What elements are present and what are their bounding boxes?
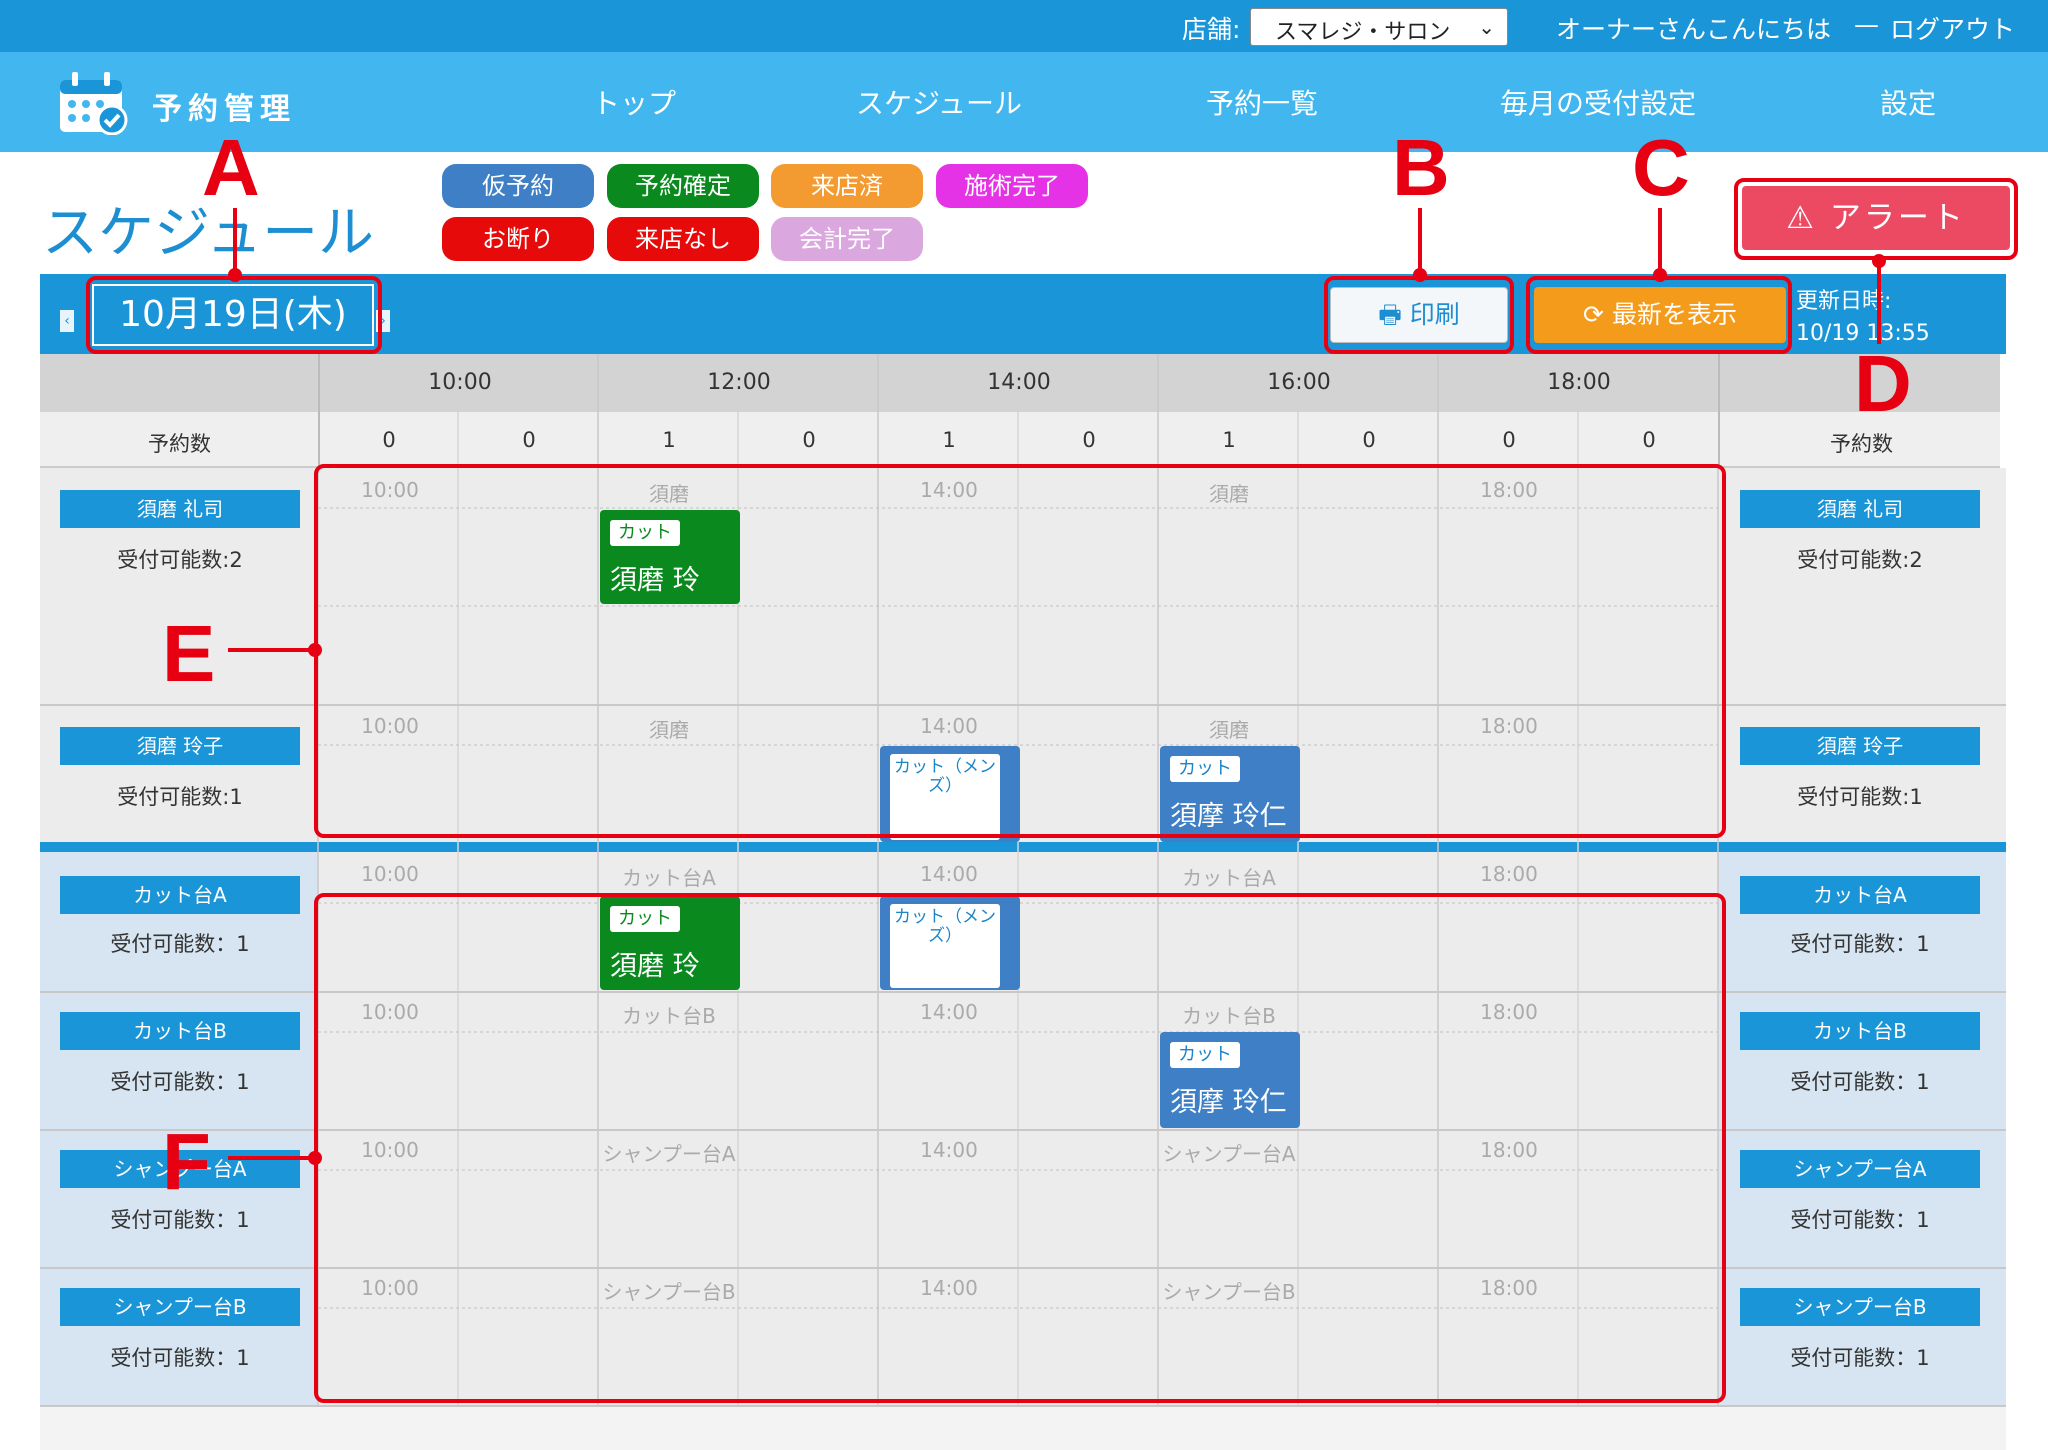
resource-name-chip[interactable]: カット台A (60, 876, 300, 914)
staff-name-chip-right[interactable]: 須磨 玲子 (1740, 727, 1980, 765)
annotation-label-c: C (1632, 123, 1690, 212)
staff-capacity: 受付可能数:1 (117, 785, 243, 809)
resource-capacity: 受付可能数：1 (110, 1346, 250, 1370)
annotation-box-e (314, 464, 1726, 838)
annotation-box-c (1526, 276, 1792, 354)
annotation-label-e: E (162, 609, 216, 698)
resource-name-chip-right[interactable]: カット台A (1740, 876, 1980, 914)
resource-capacity: 受付可能数：1 (110, 1070, 250, 1094)
annotation-label-a: A (202, 123, 260, 212)
band-label: 18:00 (1480, 862, 1538, 886)
annotation-label-b: B (1392, 123, 1450, 212)
resource-capacity-right: 受付可能数：1 (1790, 1208, 1930, 1232)
staff-capacity: 受付可能数:2 (117, 548, 243, 572)
staff-name-chip[interactable]: 須磨 礼司 (60, 490, 300, 528)
staff-name-chip-right[interactable]: 須磨 礼司 (1740, 490, 1980, 528)
annotation-box-d (1734, 178, 2018, 260)
resource-capacity: 受付可能数：1 (110, 932, 250, 956)
page: 店舗: スマレジ・サロン ⌄ オーナーさんこんにちは — ログアウト トップ ス… (0, 0, 2048, 1450)
annotation-box-a (86, 276, 382, 354)
resource-capacity-right: 受付可能数：1 (1790, 1346, 1930, 1370)
staff-capacity-right: 受付可能数:1 (1797, 785, 1923, 809)
staff-name-chip[interactable]: 須磨 玲子 (60, 727, 300, 765)
band-label: 14:00 (920, 862, 978, 886)
annotation-label-d: D (1854, 339, 1912, 428)
resource-name-chip[interactable]: シャンプー台B (60, 1288, 300, 1326)
staff-capacity-right: 受付可能数:2 (1797, 548, 1923, 572)
annotation-label-f: F (162, 1117, 211, 1206)
resource-name-chip-right[interactable]: シャンプー台B (1740, 1288, 1980, 1326)
resource-capacity-right: 受付可能数：1 (1790, 1070, 1930, 1094)
band-label: カット台A (622, 866, 716, 890)
resource-capacity: 受付可能数：1 (110, 1208, 250, 1232)
resource-name-chip[interactable]: カット台B (60, 1012, 300, 1050)
annotation-box-b (1324, 276, 1514, 354)
resource-capacity-right: 受付可能数：1 (1790, 932, 1930, 956)
resource-name-chip-right[interactable]: シャンプー台A (1740, 1150, 1980, 1188)
resource-name-chip-right[interactable]: カット台B (1740, 1012, 1980, 1050)
annotation-box-f (314, 893, 1726, 1403)
band-label: カット台A (1182, 866, 1276, 890)
band-label: 10:00 (361, 862, 419, 886)
